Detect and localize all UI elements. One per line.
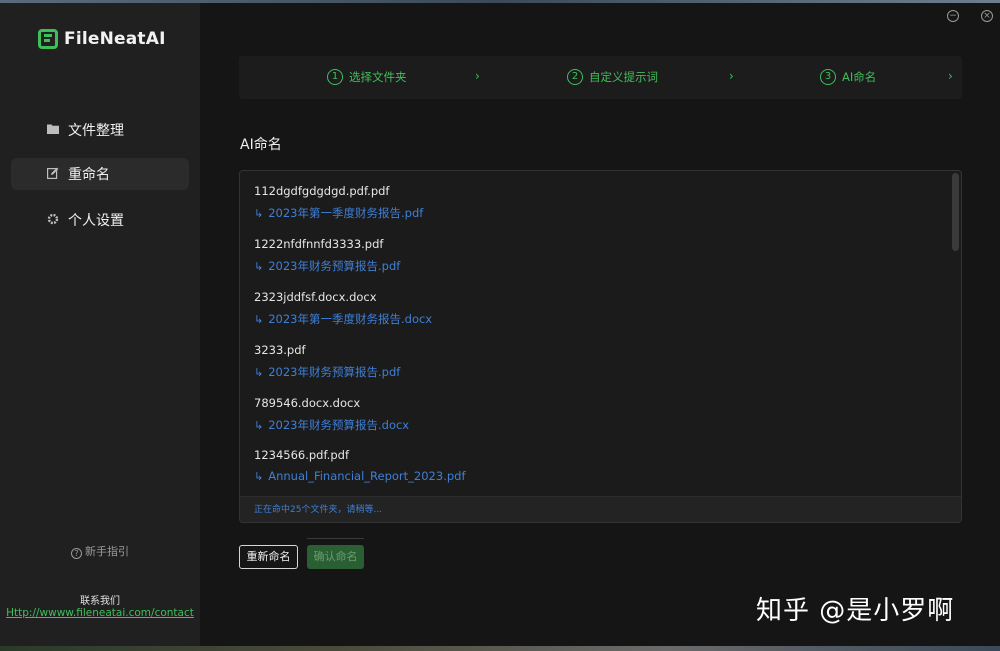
gear-icon (47, 213, 60, 226)
arrow-return-icon: ↳ (254, 259, 264, 273)
logo-icon (38, 29, 58, 49)
status-text: 正在命中25个文件夹，请稍等... (240, 496, 961, 522)
renamed-filename: ↳ 2023年财务预算报告.pdf (254, 364, 400, 380)
sidebar-item-label: 文件整理 (68, 123, 124, 139)
renamed-text: 2023年财务预算报告.pdf (268, 365, 401, 379)
contact-title: 联系我们 (80, 596, 120, 607)
file-list[interactable]: 112dgdfgdgdgd.pdf.pdf ↳ 2023年第一季度财务报告.pdf… (240, 171, 950, 496)
renamed-text: 2023年财务预算报告.docx (268, 418, 410, 432)
step-number: 2 (567, 69, 583, 85)
arrow-return-icon: ↳ (254, 365, 264, 379)
steps-bar: 1 选择文件夹 › 2 自定义提示词 › 3 AI命名 › (239, 56, 962, 99)
original-filename: 2323jddfsf.docx.docx (254, 290, 377, 304)
chevron-right-icon: › (948, 69, 953, 83)
original-filename: 1222nfdfnnfd3333.pdf (254, 237, 384, 251)
help-icon: ? (71, 548, 82, 559)
renamed-filename: ↳ 2023年第一季度财务报告.docx (254, 311, 432, 327)
minimize-icon: − (949, 11, 957, 21)
close-icon: × (983, 11, 991, 21)
chevron-right-icon: › (729, 69, 734, 83)
arrow-return-icon: ↳ (254, 469, 264, 483)
section-title: AI命名 (240, 137, 282, 153)
original-filename: 112dgdfgdgdgd.pdf.pdf (254, 184, 390, 198)
original-filename: 1234566.pdf.pdf (254, 448, 349, 462)
step-custom-prompt[interactable]: 2 自定义提示词 (567, 69, 658, 85)
list-item: 2323jddfsf.docx.docx ↳ 2023年第一季度财务报告.docx (254, 290, 432, 327)
contact-link[interactable]: Http://wwww.fileneatai.com/contact (0, 607, 200, 619)
sidebar: FileNeatAI 文件整理 重命名 个人设置 ? 新手指引 联系我们 Http… (0, 3, 200, 648)
step-number: 3 (820, 69, 836, 85)
step-select-folder[interactable]: 1 选择文件夹 (327, 69, 407, 85)
rename-list-panel: 112dgdfgdgdgd.pdf.pdf ↳ 2023年第一季度财务报告.pdf… (239, 170, 962, 523)
step-label: 自定义提示词 (589, 70, 658, 84)
original-filename: 3233.pdf (254, 343, 306, 357)
guide-label: 新手指引 (85, 545, 129, 558)
sidebar-item-file-organize[interactable]: 文件整理 (11, 114, 189, 146)
desktop-strip (0, 646, 1000, 651)
sidebar-item-settings[interactable]: 个人设置 (11, 204, 189, 236)
renamed-text: 2023年第一季度财务报告.pdf (268, 206, 424, 220)
list-scrollbar[interactable] (952, 173, 959, 492)
confirm-rename-button[interactable]: 确认命名 (307, 538, 364, 569)
renamed-filename: ↳ 2023年第一季度财务报告.pdf (254, 205, 423, 221)
arrow-return-icon: ↳ (254, 312, 264, 326)
app-logo: FileNeatAI (38, 29, 166, 49)
step-number: 1 (327, 69, 343, 85)
minimize-button[interactable]: − (947, 10, 959, 22)
app-window: FileNeatAI 文件整理 重命名 个人设置 ? 新手指引 联系我们 Http… (0, 0, 1000, 651)
edit-icon (47, 167, 60, 180)
list-item: 1222nfdfnnfd3333.pdf ↳ 2023年财务预算报告.pdf (254, 237, 400, 274)
scrollbar-thumb[interactable] (952, 173, 959, 251)
sidebar-item-label: 个人设置 (68, 213, 124, 229)
step-ai-naming[interactable]: 3 AI命名 (820, 69, 876, 85)
folder-icon (47, 123, 60, 136)
renamed-filename: ↳ 2023年财务预算报告.docx (254, 417, 409, 433)
chevron-right-icon: › (475, 69, 480, 83)
list-item: 789546.docx.docx ↳ 2023年财务预算报告.docx (254, 396, 409, 433)
watermark: 知乎 @是小罗啊 (756, 596, 955, 626)
renamed-filename: ↳ 2023年财务预算报告.pdf (254, 258, 400, 274)
rename-again-button[interactable]: 重新命名 (239, 545, 298, 569)
arrow-return-icon: ↳ (254, 418, 264, 432)
sidebar-item-label: 重命名 (68, 167, 110, 183)
sidebar-item-rename[interactable]: 重命名 (11, 158, 189, 190)
arrow-return-icon: ↳ (254, 206, 264, 220)
list-item: 3233.pdf ↳ 2023年财务预算报告.pdf (254, 343, 400, 380)
list-item: 112dgdfgdgdgd.pdf.pdf ↳ 2023年第一季度财务报告.pdf (254, 184, 423, 221)
renamed-text: Annual_Financial_Report_2023.pdf (268, 469, 466, 483)
step-label: 选择文件夹 (349, 70, 407, 84)
logo-text: FileNeatAI (64, 29, 166, 49)
original-filename: 789546.docx.docx (254, 396, 361, 410)
list-item: 1234566.pdf.pdf ↳ Annual_Financial_Report… (254, 448, 466, 483)
step-label: AI命名 (842, 70, 877, 84)
close-button[interactable]: × (981, 10, 993, 22)
renamed-filename: ↳ Annual_Financial_Report_2023.pdf (254, 469, 466, 483)
renamed-text: 2023年第一季度财务报告.docx (268, 312, 433, 326)
guide-link[interactable]: ? 新手指引 (0, 543, 200, 559)
renamed-text: 2023年财务预算报告.pdf (268, 259, 401, 273)
